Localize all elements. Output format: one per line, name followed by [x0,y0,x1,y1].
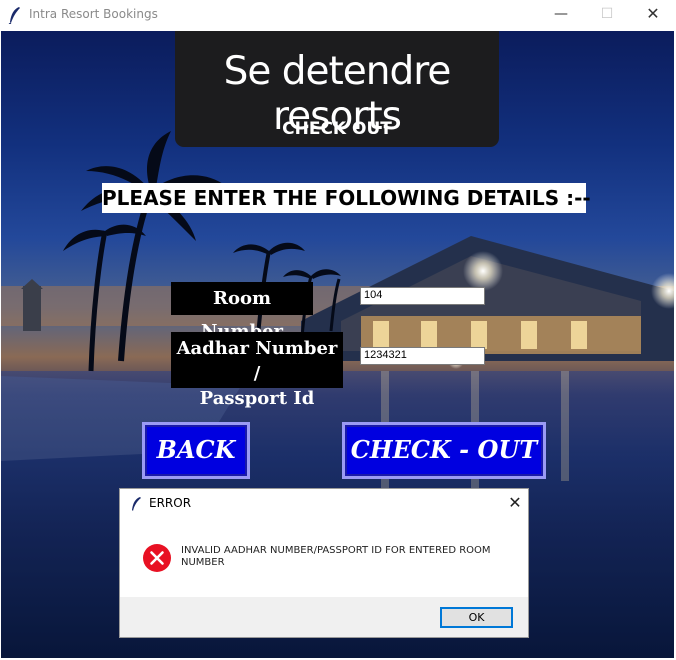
brand-header: Se detendre resorts CHECK OUT [175,31,499,147]
aadhar-label-line1: Aadhar Number / [176,338,338,384]
dialog-footer: OK [120,597,528,637]
room-number-label: Room Number [171,282,313,342]
dialog-close-button[interactable]: ✕ [506,492,524,514]
form-prompt: PLEASE ENTER THE FOLLOWING DETAILS :-- [102,183,591,213]
error-dialog: ERROR ✕ INVALID AADHAR NUMBER/PASSPORT I… [119,488,529,638]
aadhar-number-label: Aadhar Number / Passport Id [171,332,343,409]
check-out-button[interactable]: CHECK - OUT [342,422,546,479]
window-titlebar: Intra Resort Bookings — ☐ ✕ [0,0,676,30]
close-window-button[interactable]: ✕ [630,0,676,30]
page-subtitle: CHECK OUT [282,119,392,139]
error-message: INVALID AADHAR NUMBER/PASSPORT ID FOR EN… [181,545,491,568]
feather-icon [132,497,141,511]
room-number-input[interactable]: 104 [360,287,485,305]
ok-button[interactable]: OK [440,607,513,628]
aadhar-number-input[interactable]: 1234321 [360,347,485,365]
window-title: Intra Resort Bookings [29,7,158,21]
maximize-button[interactable]: ☐ [584,0,630,30]
error-icon [143,544,171,572]
feather-icon [8,7,20,24]
aadhar-label-line2: Passport Id [199,388,315,409]
back-button[interactable]: BACK [142,422,250,479]
minimize-button[interactable]: — [538,0,584,30]
dialog-title: ERROR [149,496,192,510]
